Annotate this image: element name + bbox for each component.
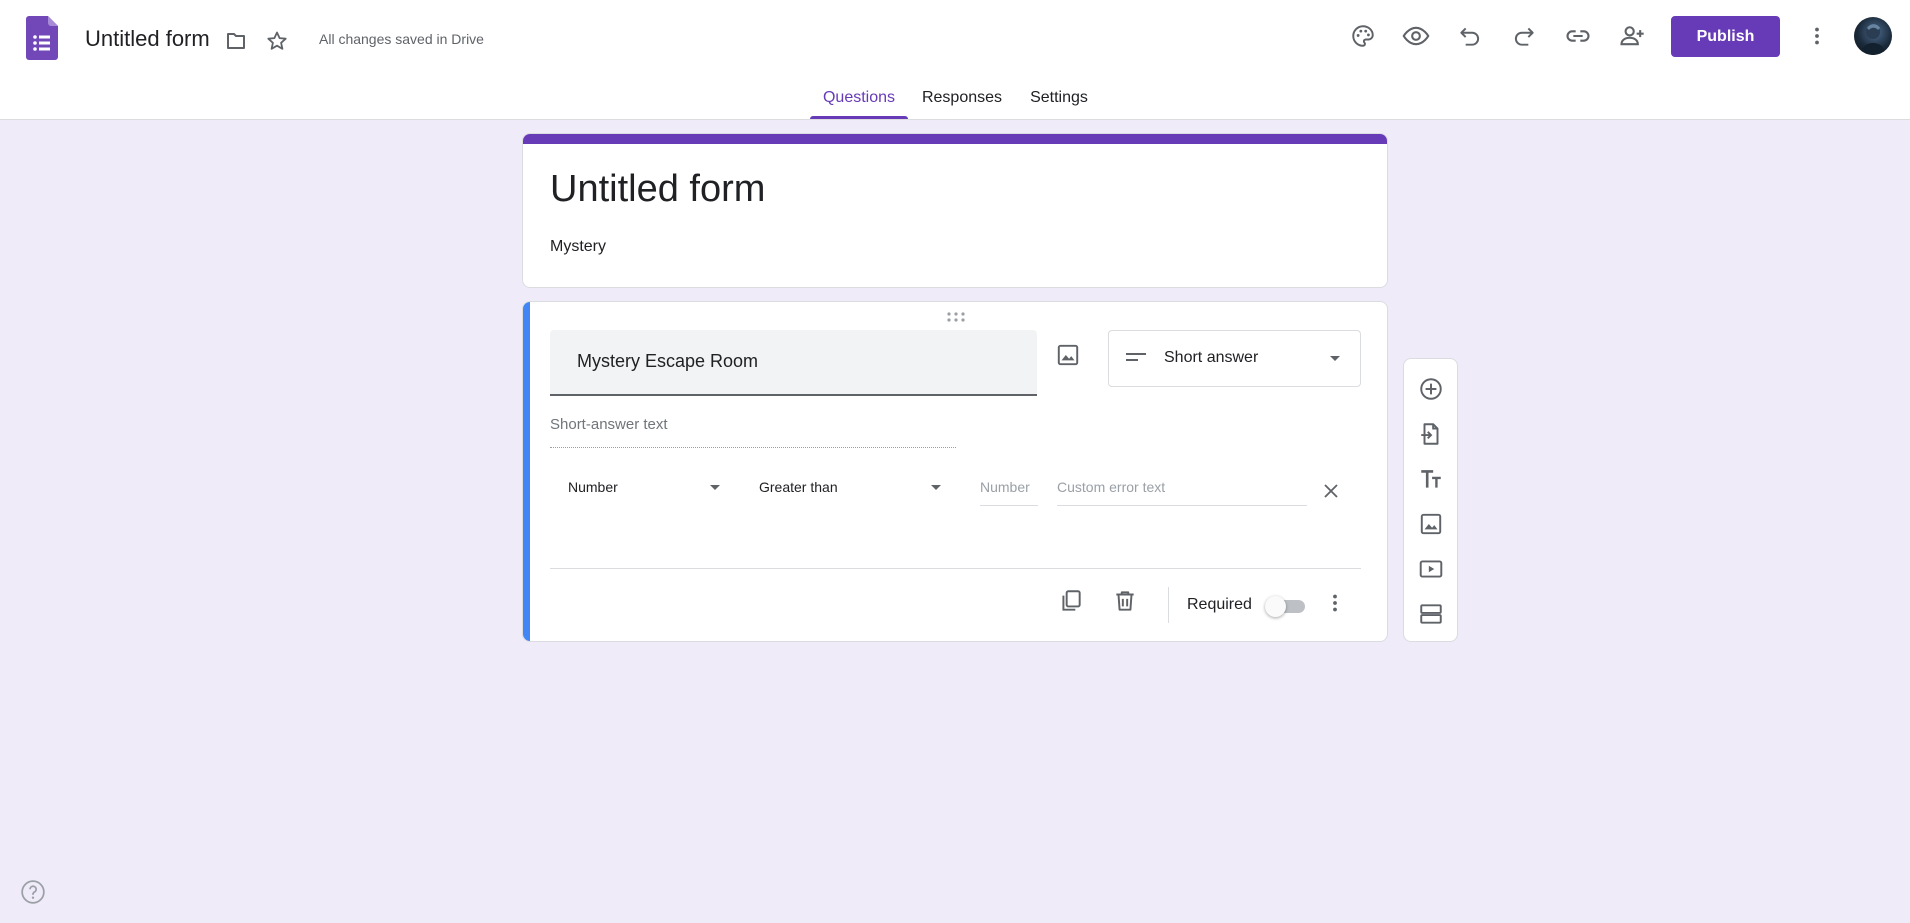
validation-condition-label: Greater than bbox=[759, 479, 838, 495]
add-collaborator-icon[interactable] bbox=[1612, 16, 1652, 56]
help-icon[interactable] bbox=[20, 879, 46, 910]
folder-icon[interactable] bbox=[216, 21, 256, 61]
chevron-down-icon bbox=[710, 485, 720, 490]
form-description-field[interactable]: Mystery bbox=[550, 238, 606, 256]
add-question-image-icon[interactable] bbox=[1055, 342, 1081, 373]
save-status: All changes saved in Drive bbox=[319, 31, 484, 47]
tab-responses[interactable]: Responses bbox=[918, 84, 1006, 120]
publish-button[interactable]: Publish bbox=[1671, 16, 1780, 57]
toggle-knob bbox=[1265, 596, 1286, 617]
form-title-card[interactable]: Untitled form Mystery bbox=[522, 133, 1388, 288]
palette-icon[interactable] bbox=[1343, 16, 1383, 56]
duplicate-icon[interactable] bbox=[1058, 588, 1084, 619]
star-icon[interactable] bbox=[257, 21, 297, 61]
question-title-input[interactable]: Mystery Escape Room bbox=[550, 330, 1037, 396]
delete-icon[interactable] bbox=[1112, 588, 1138, 619]
drag-handle-icon[interactable] bbox=[946, 310, 966, 328]
validation-number-input[interactable]: Number bbox=[980, 472, 1038, 506]
custom-error-input[interactable]: Custom error text bbox=[1057, 472, 1307, 506]
validation-type-dropdown[interactable]: Number bbox=[568, 472, 723, 504]
add-image-icon[interactable] bbox=[1417, 510, 1445, 538]
tab-settings[interactable]: Settings bbox=[1022, 84, 1096, 120]
validation-type-label: Number bbox=[568, 479, 618, 495]
tab-questions[interactable]: Questions bbox=[810, 84, 908, 120]
question-type-dropdown[interactable]: Short answer bbox=[1108, 330, 1361, 387]
title-card-accent bbox=[523, 134, 1387, 144]
redo-icon[interactable] bbox=[1504, 16, 1544, 56]
preview-icon[interactable] bbox=[1396, 16, 1436, 56]
add-question-icon[interactable] bbox=[1417, 375, 1445, 403]
link-icon[interactable] bbox=[1558, 16, 1598, 56]
footer-vertical-divider bbox=[1168, 587, 1169, 623]
validation-condition-dropdown[interactable]: Greater than bbox=[759, 472, 945, 504]
floating-toolbar bbox=[1403, 358, 1458, 642]
avatar[interactable] bbox=[1854, 17, 1892, 55]
undo-icon[interactable] bbox=[1450, 16, 1490, 56]
more-vert-icon[interactable] bbox=[1797, 16, 1837, 56]
add-section-icon[interactable] bbox=[1417, 600, 1445, 628]
form-tabs: Questions Responses Settings bbox=[0, 84, 1910, 120]
chevron-down-icon bbox=[1330, 356, 1340, 361]
add-video-icon[interactable] bbox=[1417, 555, 1445, 583]
form-title-header[interactable]: Untitled form bbox=[85, 26, 210, 52]
remove-validation-icon[interactable] bbox=[1323, 483, 1339, 504]
add-title-icon[interactable] bbox=[1417, 465, 1445, 493]
app-header: Untitled form All changes saved in Drive… bbox=[0, 0, 1910, 120]
question-type-label: Short answer bbox=[1164, 349, 1259, 366]
active-card-indicator bbox=[523, 302, 530, 641]
import-questions-icon[interactable] bbox=[1417, 420, 1445, 448]
required-toggle[interactable] bbox=[1265, 595, 1309, 617]
question-more-options-icon[interactable] bbox=[1323, 591, 1347, 620]
form-title-field[interactable]: Untitled form bbox=[550, 168, 765, 211]
validation-number-placeholder: Number bbox=[980, 479, 1030, 495]
short-answer-icon bbox=[1126, 353, 1146, 361]
question-card[interactable]: Mystery Escape Room Short answer Short-a… bbox=[522, 301, 1388, 642]
chevron-down-icon bbox=[931, 485, 941, 490]
forms-logo[interactable] bbox=[26, 16, 58, 60]
required-label: Required bbox=[1187, 596, 1252, 613]
custom-error-placeholder: Custom error text bbox=[1057, 479, 1166, 495]
card-footer-divider bbox=[550, 568, 1361, 569]
short-answer-preview: Short-answer text bbox=[550, 416, 956, 448]
